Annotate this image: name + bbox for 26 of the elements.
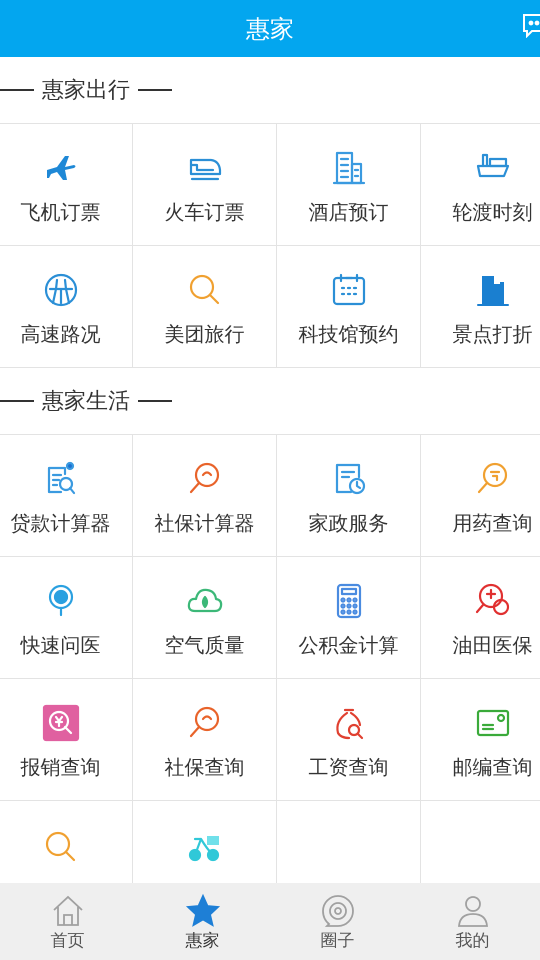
service-tile[interactable]: 美团旅行 bbox=[133, 246, 277, 368]
nav-tab[interactable]: 我的 bbox=[405, 883, 540, 960]
service-tile[interactable]: 飞机订票 bbox=[0, 124, 133, 246]
nav-tab[interactable]: 圈子 bbox=[270, 883, 405, 960]
nav-tab[interactable]: 惠家 bbox=[135, 883, 270, 960]
nav-tab[interactable]: 首页 bbox=[0, 883, 135, 960]
service-tile[interactable]: 科技馆预约 bbox=[277, 246, 421, 368]
service-tile[interactable]: 公积金计算 bbox=[277, 557, 421, 679]
service-tile[interactable]: 报销查询 bbox=[0, 679, 133, 801]
service-tile[interactable]: 工资查询 bbox=[277, 679, 421, 801]
service-tile[interactable]: 火车订票 bbox=[133, 124, 277, 246]
service-tile[interactable]: 空气质量 bbox=[133, 557, 277, 679]
service-tile[interactable]: 贷款计算器 bbox=[0, 435, 133, 557]
star-icon bbox=[184, 893, 220, 929]
section-title: 惠家生活 bbox=[42, 388, 130, 416]
service-tile[interactable]: 社保查询 bbox=[133, 679, 277, 801]
section-title: 惠家出行 bbox=[42, 76, 130, 104]
chat-bubble-icon bbox=[320, 893, 356, 929]
receipt-search-icon bbox=[40, 702, 80, 742]
message-icon[interactable] bbox=[522, 12, 540, 38]
service-tile[interactable]: 快速问医 bbox=[0, 557, 133, 679]
service-tile[interactable]: 酒店预订 bbox=[277, 124, 421, 246]
header-title: 惠家 bbox=[246, 14, 294, 44]
service-tile[interactable]: 家政服务 bbox=[277, 435, 421, 557]
service-tile[interactable]: 社保计算器 bbox=[133, 435, 277, 557]
service-tile[interactable]: 高速路况 bbox=[0, 246, 133, 368]
